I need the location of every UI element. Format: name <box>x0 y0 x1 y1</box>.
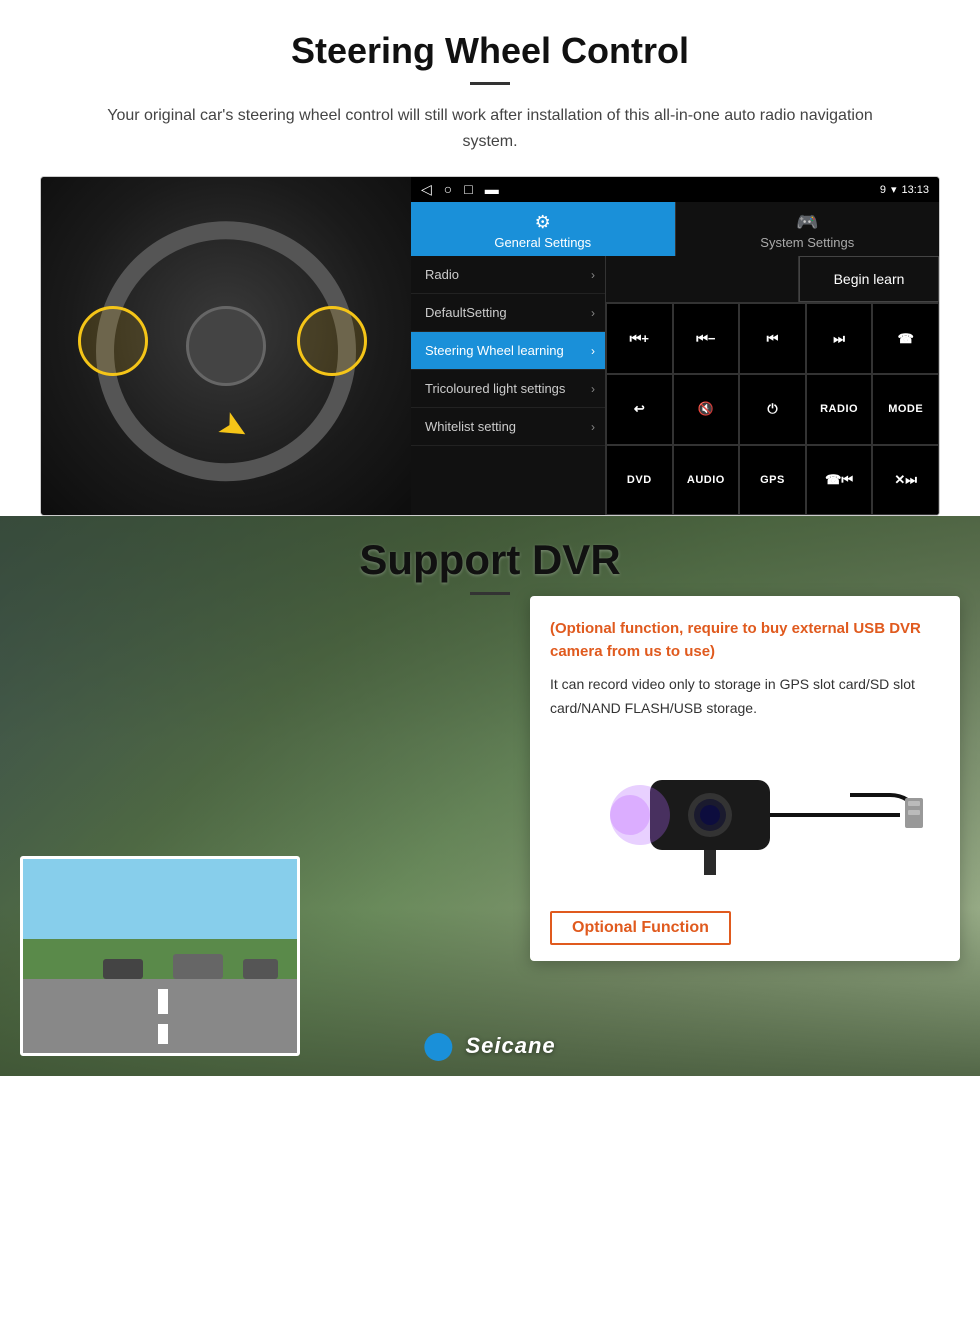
menu-tricoloured-label: Tricoloured light settings <box>425 381 565 396</box>
menu-item-radio[interactable]: Radio › <box>411 256 605 294</box>
ctrl-gps[interactable]: GPS <box>739 445 806 516</box>
menu-item-steering-wheel[interactable]: Steering Wheel learning › <box>411 332 605 370</box>
steering-wheel-photo: ➤ <box>41 177 411 515</box>
wifi-icon: ▾ <box>891 183 897 196</box>
power-icon: ⏻ <box>767 401 777 417</box>
ctrl-mute[interactable]: 🔇 <box>673 374 740 445</box>
dvr-camera-svg <box>560 740 930 890</box>
section-subtitle: Your original car's steering wheel contr… <box>80 103 900 154</box>
ctrl-radio[interactable]: RADIO <box>806 374 873 445</box>
mute-icon: 🔇 <box>698 401 714 417</box>
begin-learn-button[interactable]: Begin learn <box>799 256 939 302</box>
menu-default-label: DefaultSetting <box>425 305 507 320</box>
seicane-watermark: Seicane <box>424 1033 555 1061</box>
tab-bar: ⚙ General Settings 🎮 System Settings <box>411 202 939 256</box>
support-dvr-section: Support DVR (Optional function, require … <box>0 516 980 1076</box>
chevron-icon: › <box>591 306 595 320</box>
chevron-icon: › <box>591 344 595 358</box>
menu-list: Radio › DefaultSetting › Steering Wheel … <box>411 256 606 515</box>
steering-wheel-hub <box>186 306 266 386</box>
radio-label: RADIO <box>820 403 858 415</box>
ctrl-phone[interactable]: ☎ <box>872 303 939 374</box>
home-icon[interactable]: ○ <box>444 181 452 198</box>
ctrl-phone-prev[interactable]: ☎⏮ <box>806 445 873 516</box>
recents-icon[interactable]: □ <box>464 181 472 198</box>
right-button-highlight <box>297 306 367 376</box>
hangup-icon: ↩ <box>634 401 645 417</box>
ctrl-vol-down[interactable]: ⏮− <box>673 303 740 374</box>
ctrl-power[interactable]: ⏻ <box>739 374 806 445</box>
menu-whitelist-label: Whitelist setting <box>425 419 516 434</box>
steering-demo-area: ➤ ◁ ○ □ ▬ 9 ▾ 13:13 <box>40 176 940 516</box>
menu-steering-label: Steering Wheel learning <box>425 343 564 358</box>
status-icons: 9 ▾ 13:13 <box>880 183 929 196</box>
menu-item-whitelist[interactable]: Whitelist setting › <box>411 408 605 446</box>
ctrl-next[interactable]: ⏭ <box>806 303 873 374</box>
gps-label: GPS <box>760 474 785 486</box>
dvr-camera-illustration <box>550 735 940 895</box>
seicane-brand: Seicane <box>465 1033 555 1058</box>
android-ui-panel: ◁ ○ □ ▬ 9 ▾ 13:13 ⚙ General Settings <box>411 177 939 515</box>
time-display: 13:13 <box>901 184 929 196</box>
dvr-title-divider <box>470 592 510 595</box>
tab-general-settings[interactable]: ⚙ General Settings <box>411 202 675 256</box>
system-icon: 🎮 <box>681 212 935 233</box>
dvr-description: It can record video only to storage in G… <box>550 673 940 721</box>
page-title: Steering Wheel Control <box>40 30 940 72</box>
begin-learn-row: Begin learn <box>606 256 939 303</box>
tab-general-label: General Settings <box>494 235 591 250</box>
dvr-background: Support DVR (Optional function, require … <box>0 516 980 1076</box>
key-placeholder <box>606 256 799 302</box>
dvr-title: Support DVR <box>0 536 980 584</box>
dvr-info-card: (Optional function, require to buy exter… <box>530 596 960 961</box>
steering-wheel-section: Steering Wheel Control Your original car… <box>0 0 980 516</box>
dvr-title-area: Support DVR <box>0 536 980 595</box>
vol-up-icon: ⏮+ <box>630 331 649 347</box>
settings-icon: ⚙ <box>416 212 670 233</box>
tab-system-settings[interactable]: 🎮 System Settings <box>675 202 940 256</box>
ctrl-mode[interactable]: MODE <box>872 374 939 445</box>
dvd-label: DVD <box>627 474 652 486</box>
menu-item-default-setting[interactable]: DefaultSetting › <box>411 294 605 332</box>
control-button-grid: ⏮+ ⏮− ⏮ ⏭ ☎ ↩ 🔇 ⏻ RADIO MODE DVD AUDIO G… <box>606 303 939 515</box>
chevron-icon: › <box>591 420 595 434</box>
audio-label: AUDIO <box>687 474 725 486</box>
next-icon: ⏭ <box>833 331 845 347</box>
back-icon[interactable]: ◁ <box>421 181 432 198</box>
dvr-optional-text: (Optional function, require to buy exter… <box>550 618 940 663</box>
menu-radio-label: Radio <box>425 267 459 282</box>
chevron-icon: › <box>591 268 595 282</box>
menu-item-tricoloured[interactable]: Tricoloured light settings › <box>411 370 605 408</box>
ctrl-close-next[interactable]: ✕⏭ <box>872 445 939 516</box>
controls-area: Begin learn ⏮+ ⏮− ⏮ ⏭ ☎ ↩ 🔇 ⏻ RADIO MODE… <box>606 256 939 515</box>
mode-label: MODE <box>888 403 923 415</box>
optional-function-badge: Optional Function <box>550 907 940 945</box>
optional-function-label: Optional Function <box>550 911 731 945</box>
left-button-highlight <box>78 306 148 376</box>
ctrl-vol-up[interactable]: ⏮+ <box>606 303 673 374</box>
ctrl-audio[interactable]: AUDIO <box>673 445 740 516</box>
phone-prev-icon: ☎⏮ <box>825 472 853 488</box>
ctrl-hangup[interactable]: ↩ <box>606 374 673 445</box>
ctrl-dvd[interactable]: DVD <box>606 445 673 516</box>
signal-icon: 9 <box>880 184 886 196</box>
tab-system-label: System Settings <box>760 235 854 250</box>
dvr-screenshot-inset <box>20 856 300 1056</box>
ctrl-prev[interactable]: ⏮ <box>739 303 806 374</box>
prev-icon: ⏮ <box>767 331 779 347</box>
close-next-icon: ✕⏭ <box>894 472 917 488</box>
road-scene-svg <box>23 859 300 1056</box>
menu-icon[interactable]: ▬ <box>485 181 499 198</box>
title-divider <box>470 82 510 85</box>
panel-body: Radio › DefaultSetting › Steering Wheel … <box>411 256 939 515</box>
status-bar: ◁ ○ □ ▬ 9 ▾ 13:13 <box>411 177 939 202</box>
vol-down-icon: ⏮− <box>696 331 715 347</box>
phone-icon: ☎ <box>898 331 914 347</box>
chevron-icon: › <box>591 382 595 396</box>
nav-icons: ◁ ○ □ ▬ <box>421 181 499 198</box>
